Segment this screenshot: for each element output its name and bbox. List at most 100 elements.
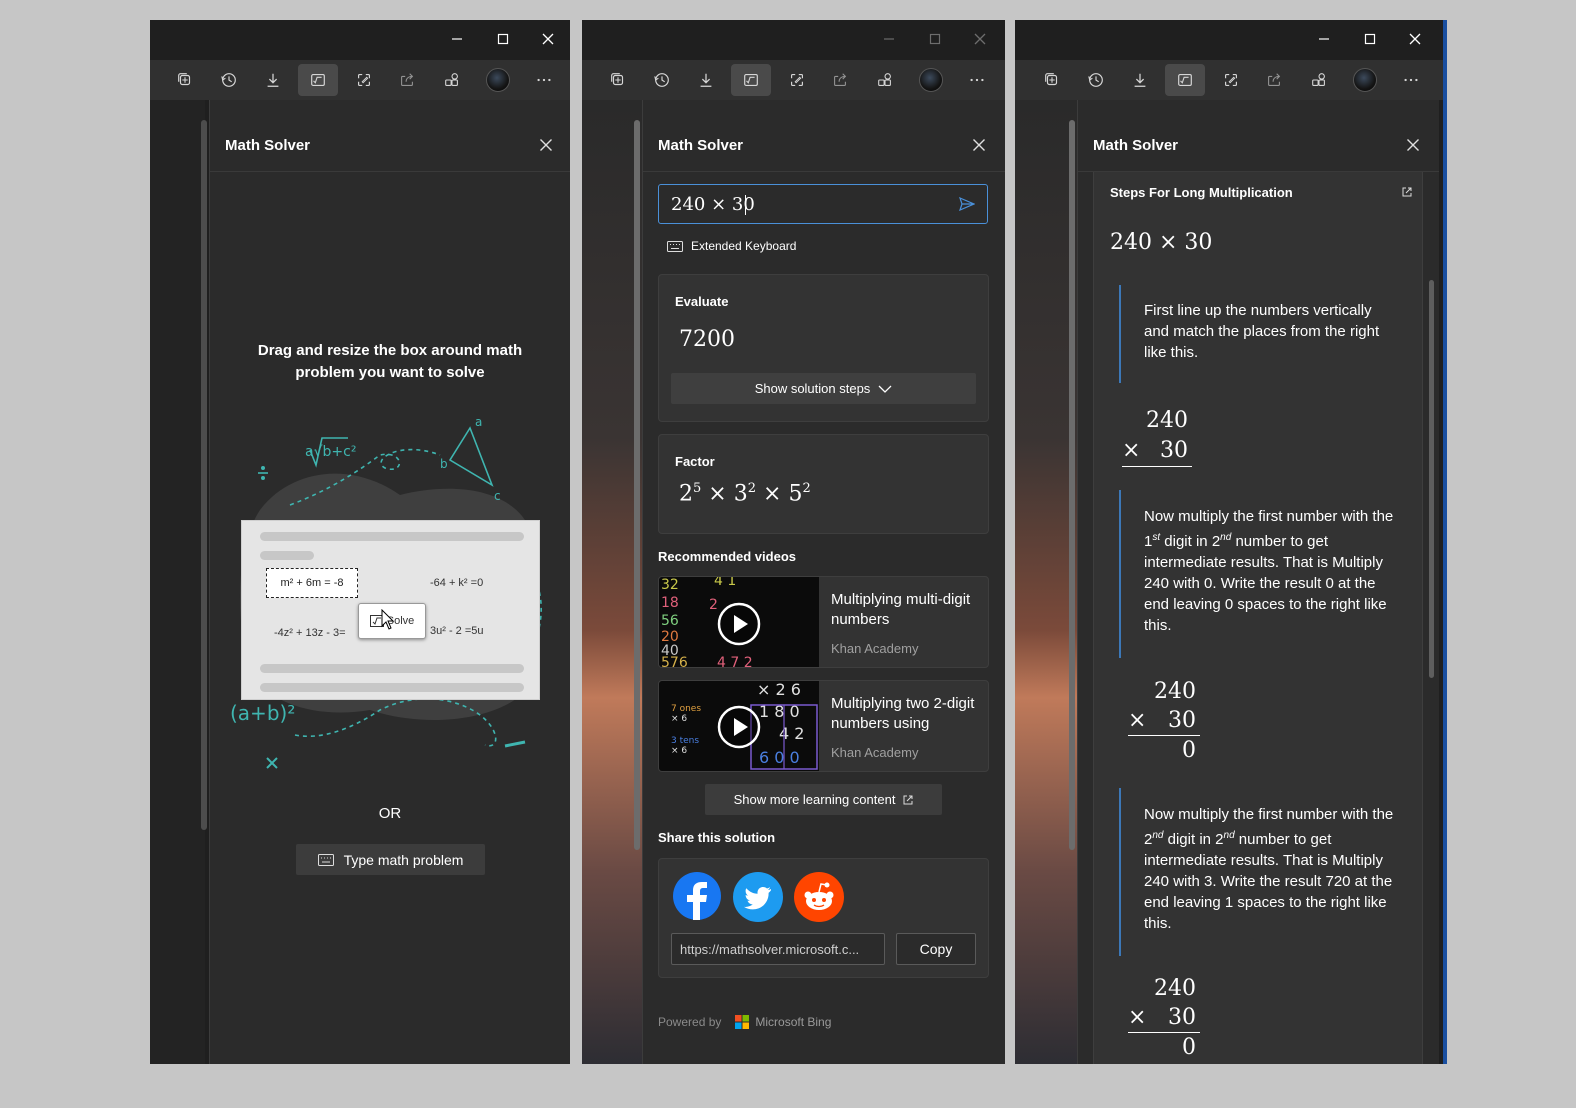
- minimize-button[interactable]: [1309, 24, 1339, 54]
- more-icon: [1404, 78, 1418, 82]
- collections-button[interactable]: [165, 64, 205, 96]
- send-icon[interactable]: [959, 197, 975, 211]
- svg-text:18: 18: [661, 595, 679, 611]
- play-icon: [717, 705, 761, 749]
- maximize-button[interactable]: [920, 24, 950, 54]
- panel-title: Math Solver: [225, 137, 311, 154]
- math-solver-button[interactable]: [298, 64, 338, 96]
- video-title: Multiplying multi-digit numbers: [831, 591, 971, 628]
- times-sign: ×: [708, 481, 727, 507]
- long-multiplication: 240 × 30 0 720: [1128, 974, 1200, 1064]
- profile-avatar-button[interactable]: [1345, 64, 1385, 96]
- close-window-button[interactable]: [1400, 24, 1430, 54]
- step-marker: [1119, 285, 1121, 383]
- show-solution-steps-label: Show solution steps: [754, 381, 871, 396]
- external-link-icon[interactable]: [1402, 187, 1412, 197]
- page-scrollbar[interactable]: [634, 120, 640, 850]
- close-icon: [542, 33, 554, 45]
- web-capture-icon: [791, 74, 803, 86]
- factor-exponent: 5: [693, 481, 702, 496]
- web-capture-button[interactable]: [344, 64, 384, 96]
- maximize-button[interactable]: [1355, 24, 1385, 54]
- maximize-button[interactable]: [488, 24, 518, 54]
- factor-base: 3: [733, 481, 748, 507]
- history-button[interactable]: [642, 64, 682, 96]
- external-link-icon: [903, 795, 913, 804]
- avatar: [486, 68, 510, 92]
- close-window-button[interactable]: [965, 24, 995, 54]
- factor-label: Factor: [675, 454, 715, 469]
- svg-text:4 7 2: 4 7 2: [717, 655, 753, 668]
- share-button[interactable]: [820, 64, 860, 96]
- close-icon: [973, 139, 985, 151]
- history-button[interactable]: [1076, 64, 1116, 96]
- more-button[interactable]: [1391, 64, 1431, 96]
- profile-avatar-button[interactable]: [911, 64, 951, 96]
- profile-avatar-button[interactable]: [478, 64, 518, 96]
- keyboard-icon: [317, 853, 334, 866]
- more-icon: [537, 78, 551, 82]
- video-card[interactable]: 32 18 56 20 40 576 4 124 7 2 Multiplying mult…: [658, 576, 989, 668]
- panel-close-button[interactable]: [535, 134, 557, 156]
- math-solver-button[interactable]: [1165, 64, 1205, 96]
- collections-icon: [1045, 73, 1058, 86]
- share-button[interactable]: [387, 64, 427, 96]
- twitter-icon[interactable]: [733, 872, 783, 922]
- play-icon: [717, 602, 761, 646]
- facebook-icon[interactable]: [673, 872, 721, 920]
- panel-title: Math Solver: [1093, 137, 1179, 154]
- video-card[interactable]: × 2 6 1 8 0 4 2 6 0 0 7 ones × 6 3 tens …: [658, 680, 989, 772]
- maximize-icon: [929, 33, 941, 45]
- more-button[interactable]: [957, 64, 997, 96]
- math-solver-button[interactable]: [731, 64, 771, 96]
- minimize-button[interactable]: [442, 24, 472, 54]
- copy-button[interactable]: Copy: [896, 933, 976, 965]
- panel-scrollbar[interactable]: [1429, 280, 1434, 678]
- extended-keyboard-toggle[interactable]: Extended Keyboard: [667, 239, 796, 253]
- close-window-button[interactable]: [533, 24, 563, 54]
- extensions-button[interactable]: [432, 64, 472, 96]
- microsoft-logo-icon: [735, 1015, 750, 1029]
- download-button[interactable]: [1120, 64, 1160, 96]
- show-more-learning-button[interactable]: Show more learning content: [705, 784, 942, 815]
- download-icon: [1134, 73, 1146, 87]
- panel-close-button[interactable]: [968, 134, 990, 156]
- maximize-icon: [1364, 33, 1376, 45]
- share-button[interactable]: [1254, 64, 1294, 96]
- web-capture-button[interactable]: [1211, 64, 1251, 96]
- page-background: [1015, 100, 1077, 1064]
- download-button[interactable]: [253, 64, 293, 96]
- binomial-expression: (a+b)²: [230, 701, 295, 725]
- extensions-button[interactable]: [865, 64, 905, 96]
- reddit-icon[interactable]: [794, 872, 844, 922]
- steps-card: Steps For Long Multiplication 240 × 30 F…: [1093, 172, 1423, 1064]
- minimize-icon: [452, 38, 462, 40]
- web-capture-button[interactable]: [777, 64, 817, 96]
- extensions-button[interactable]: [1299, 64, 1339, 96]
- collections-button[interactable]: [1032, 64, 1072, 96]
- math-solver-panel: Math Solver Steps For Long Multiplicatio…: [1077, 100, 1439, 1064]
- svg-text:32: 32: [661, 577, 679, 593]
- sample-problem: -64 + k² =0: [430, 577, 484, 589]
- video-source: Khan Academy: [831, 641, 919, 656]
- selection-box[interactable]: m² + 6m = -8: [266, 568, 358, 598]
- multiplier: 30: [1168, 1005, 1196, 1030]
- show-solution-steps-button[interactable]: Show solution steps: [671, 373, 976, 404]
- powered-by: Powered by Microsoft Bing: [658, 1015, 831, 1029]
- panel-close-button[interactable]: [1402, 134, 1424, 156]
- svg-text:6 0 0: 6 0 0: [759, 748, 800, 767]
- minimize-button[interactable]: [874, 24, 904, 54]
- web-capture-icon: [358, 74, 370, 86]
- share-url-field[interactable]: https://mathsolver.microsoft.c...: [671, 933, 885, 965]
- history-button[interactable]: [209, 64, 249, 96]
- type-math-problem-button[interactable]: Type math problem: [296, 844, 485, 875]
- collections-button[interactable]: [598, 64, 638, 96]
- math-input[interactable]: 240 × 30: [658, 184, 988, 224]
- page-scrollbar[interactable]: [201, 120, 207, 830]
- factor-card: Factor 25 × 32 × 52: [658, 434, 989, 534]
- svg-text:× 6: × 6: [671, 746, 687, 756]
- more-button[interactable]: [524, 64, 564, 96]
- download-button[interactable]: [686, 64, 726, 96]
- page-scrollbar[interactable]: [1069, 120, 1075, 850]
- history-icon: [1088, 73, 1103, 87]
